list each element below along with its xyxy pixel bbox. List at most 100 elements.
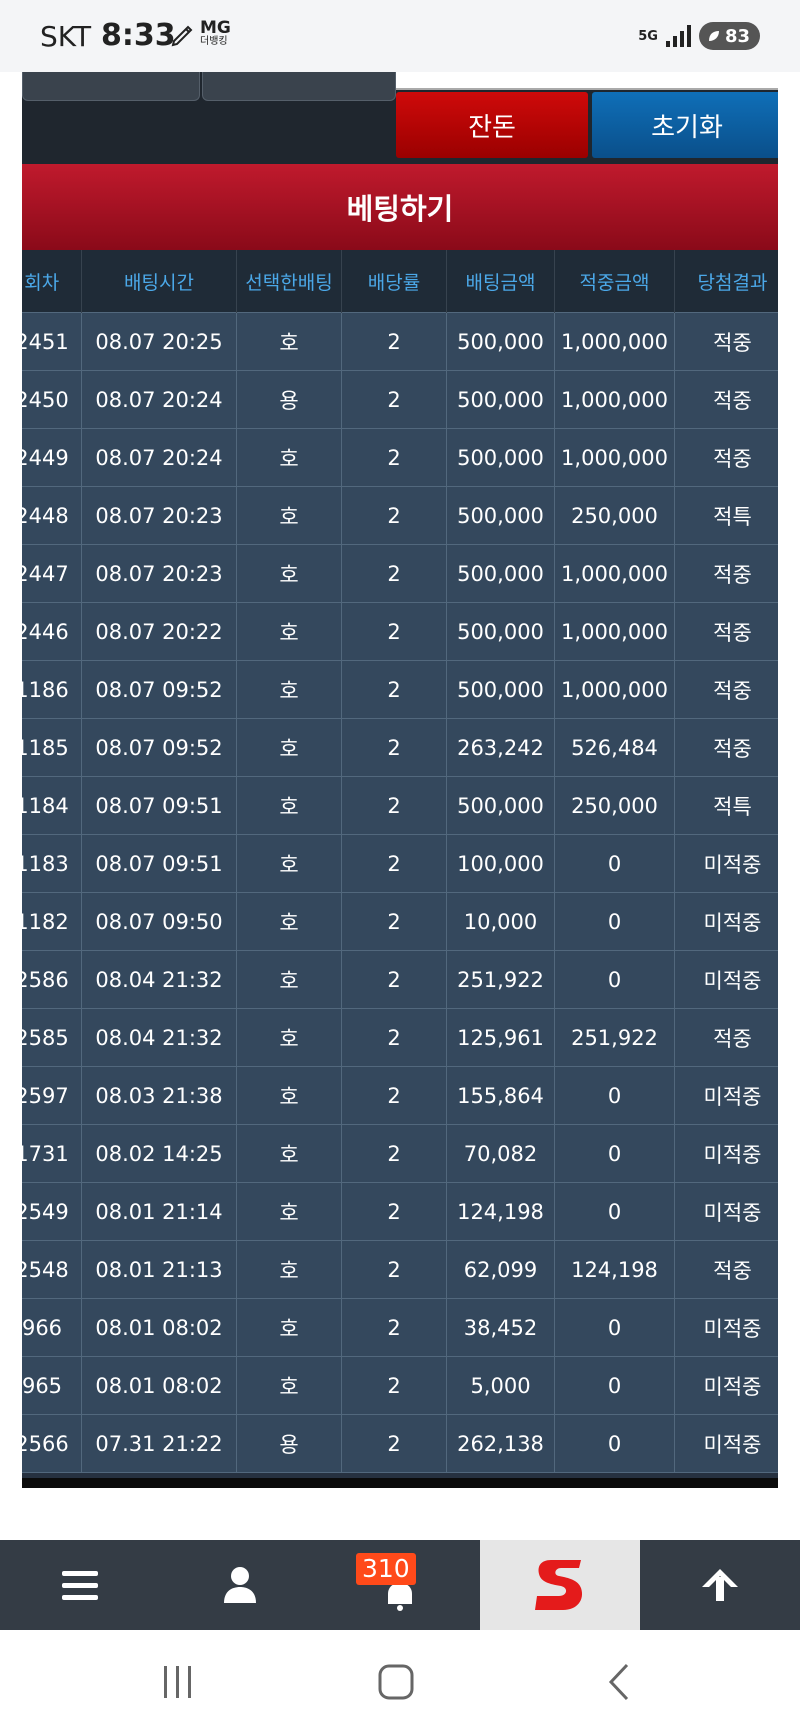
bet-amount-cell: 5,000: [446, 1356, 555, 1415]
selection-cell: 호: [236, 1298, 342, 1357]
bet-amount-cell: 500,000: [446, 370, 555, 429]
bet-amount-cell: 155,864: [446, 1066, 555, 1125]
round-header: 회차: [22, 250, 82, 313]
round-cell: 966: [22, 1298, 82, 1357]
selection-cell: 용: [236, 370, 342, 429]
selection-cell: 호: [236, 660, 342, 719]
bet-time-cell: 08.07 20:24: [81, 370, 237, 429]
top-tab-left[interactable]: [22, 72, 200, 101]
odds-cell: 2: [341, 1356, 447, 1415]
arrow-up-icon: [702, 1569, 738, 1601]
odds-cell: 2: [341, 1182, 447, 1241]
bet-amount-cell: 70,082: [446, 1124, 555, 1183]
table-row: 245108.07 20:25호2500,0001,000,000적중: [22, 312, 778, 371]
table-row: 259708.03 21:38호2155,8640미적중: [22, 1066, 778, 1125]
bet-time-cell: 08.01 08:02: [81, 1356, 237, 1415]
round-cell: 1731: [22, 1124, 82, 1183]
result-cell: 적중: [674, 544, 778, 603]
clock: 8:33: [101, 18, 176, 53]
bet-time-cell: 08.01 08:02: [81, 1298, 237, 1357]
bet-amount-cell: 62,099: [446, 1240, 555, 1299]
bet-amount-cell: 100,000: [446, 834, 555, 893]
odds-header: 배당률: [341, 250, 447, 313]
win-amount-cell: 0: [554, 834, 675, 893]
change-button[interactable]: 잔돈: [396, 92, 588, 158]
recents-button[interactable]: [148, 1660, 208, 1704]
bet-time-cell: 08.07 09:52: [81, 718, 237, 777]
user-icon: [224, 1567, 256, 1603]
round-cell: 2549: [22, 1182, 82, 1241]
pencil-icon: [171, 25, 193, 46]
round-cell: 2566: [22, 1414, 82, 1473]
status-indicators: 5G 83: [638, 22, 760, 50]
result-cell: 미적중: [674, 1124, 778, 1183]
table-row: 118508.07 09:52호2263,242526,484적중: [22, 718, 778, 777]
selection-cell: 호: [236, 834, 342, 893]
selection-cell: 호: [236, 1240, 342, 1299]
result-cell: 미적중: [674, 1414, 778, 1473]
odds-cell: 2: [341, 1414, 447, 1473]
result-cell: 미적중: [674, 834, 778, 893]
bet-amount-cell: 125,961: [446, 1008, 555, 1067]
win-amount-header: 적중금액: [554, 250, 675, 313]
back-button[interactable]: [590, 1660, 650, 1704]
round-cell: 2451: [22, 312, 82, 371]
result-cell: 적특: [674, 776, 778, 835]
odds-cell: 2: [341, 1240, 447, 1299]
round-cell: 965: [22, 1356, 82, 1415]
result-cell: 미적중: [674, 892, 778, 951]
odds-cell: 2: [341, 602, 447, 661]
win-amount-cell: 0: [554, 892, 675, 951]
bet-time-cell: 08.07 20:24: [81, 428, 237, 487]
table-row: 244608.07 20:22호2500,0001,000,000적중: [22, 602, 778, 661]
bet-amount-cell: 263,242: [446, 718, 555, 777]
menu-button[interactable]: [0, 1540, 160, 1630]
selection-cell: 호: [236, 486, 342, 545]
table-row: 118308.07 09:51호2100,0000미적중: [22, 834, 778, 893]
leaf-icon: [708, 31, 719, 41]
round-cell: 1184: [22, 776, 82, 835]
scroll-top-button[interactable]: [640, 1540, 800, 1630]
result-cell: 적중: [674, 370, 778, 429]
bet-amount-cell: 500,000: [446, 544, 555, 603]
home-logo-button[interactable]: [480, 1540, 640, 1630]
odds-cell: 2: [341, 950, 447, 1009]
bet-time-cell: 08.07 20:23: [81, 486, 237, 545]
result-cell: 적중: [674, 428, 778, 487]
bet-amount-cell: 38,452: [446, 1298, 555, 1357]
odds-cell: 2: [341, 1124, 447, 1183]
selection-cell: 호: [236, 1008, 342, 1067]
win-amount-cell: 250,000: [554, 776, 675, 835]
selection-cell: 호: [236, 1066, 342, 1125]
amount-input[interactable]: [396, 72, 778, 90]
result-cell: 적중: [674, 602, 778, 661]
win-amount-cell: 1,000,000: [554, 602, 675, 661]
result-cell: 미적중: [674, 1182, 778, 1241]
bet-time-cell: 08.01 21:14: [81, 1182, 237, 1241]
odds-cell: 2: [341, 370, 447, 429]
win-amount-cell: 1,000,000: [554, 312, 675, 371]
bet-time-header: 배팅시간: [81, 250, 237, 313]
system-navigation-bar: [0, 1630, 800, 1734]
table-row: 118208.07 09:50호210,0000미적중: [22, 892, 778, 951]
home-button[interactable]: [366, 1660, 426, 1704]
selection-cell: 호: [236, 718, 342, 777]
signal-icon: [665, 25, 691, 47]
win-amount-cell: 1,000,000: [554, 370, 675, 429]
round-cell: 2446: [22, 602, 82, 661]
reset-button[interactable]: 초기화: [592, 92, 778, 158]
profile-button[interactable]: [160, 1540, 320, 1630]
odds-cell: 2: [341, 1008, 447, 1067]
odds-cell: 2: [341, 428, 447, 487]
mg-badge-sub: 더뱅킹: [200, 36, 228, 47]
bet-time-cell: 08.07 20:23: [81, 544, 237, 603]
bet-time-cell: 08.02 14:25: [81, 1124, 237, 1183]
mg-notification: MG 더뱅킹: [170, 20, 231, 47]
table-row: 966 08.01 08:02 호 2 38,452 0 미적중: [22, 1298, 778, 1357]
selection-cell: 호: [236, 312, 342, 371]
notification-badge: 310: [356, 1553, 416, 1585]
bet-amount-cell: 500,000: [446, 486, 555, 545]
win-amount-cell: 124,198: [554, 1240, 675, 1299]
mg-badge-title: MG: [200, 18, 231, 38]
top-tab-middle[interactable]: [202, 72, 396, 101]
